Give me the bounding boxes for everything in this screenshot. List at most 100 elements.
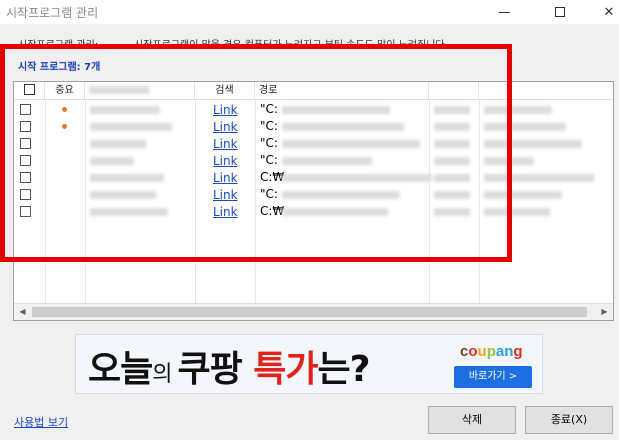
col6-blurred: [434, 106, 470, 114]
ad-headline-part2: 의: [152, 362, 178, 387]
program-name-blurred: [90, 174, 164, 182]
startup-count: 시작 프로그램: 7개: [18, 62, 101, 73]
important-dot-icon: [62, 107, 67, 112]
col7-blurred: [484, 140, 582, 148]
col7-blurred: [484, 106, 552, 114]
table-row[interactable]: Link "C:: [14, 101, 613, 118]
col6-blurred: [434, 157, 470, 165]
startup-list[interactable]: 중요 검색 경로 Link "C: Link "C: Link "C: Link "C: Lin…: [13, 81, 614, 321]
col6-blurred: [434, 191, 470, 199]
row-checkbox[interactable]: [20, 206, 31, 217]
col7-blurred: [484, 191, 562, 199]
header-path[interactable]: 경로: [255, 82, 429, 100]
ad-headline-part3: 쿠팡: [177, 349, 254, 390]
table-row[interactable]: Link C:₩: [14, 203, 613, 220]
search-link[interactable]: Link: [213, 120, 238, 134]
program-name-blurred: [90, 106, 160, 114]
path-text: C:₩: [260, 204, 285, 218]
usage-guide-link[interactable]: 사용법 보기: [14, 414, 68, 430]
scroll-thumb[interactable]: [32, 307, 587, 317]
col7-blurred: [484, 174, 594, 182]
header-name[interactable]: [85, 82, 195, 100]
row-checkbox[interactable]: [20, 138, 31, 149]
header-column-7[interactable]: [479, 82, 613, 100]
col6-blurred: [434, 123, 470, 131]
header-select-all[interactable]: [14, 82, 45, 100]
path-text: "C:: [260, 102, 278, 116]
col7-blurred: [484, 157, 534, 165]
search-link[interactable]: Link: [213, 154, 238, 168]
program-name-blurred: [90, 208, 168, 216]
search-link[interactable]: Link: [213, 188, 238, 202]
table-row[interactable]: Link "C:: [14, 118, 613, 135]
horizontal-scrollbar[interactable]: ◀ ▶: [14, 303, 613, 320]
row-checkbox[interactable]: [20, 189, 31, 200]
search-link[interactable]: Link: [213, 205, 238, 219]
path-text: "C:: [260, 119, 278, 133]
col6-blurred: [434, 208, 470, 216]
path-blurred: [282, 174, 432, 182]
path-blurred: [282, 208, 388, 216]
minimize-button[interactable]: [481, 0, 527, 24]
path-text: C:₩: [260, 170, 285, 184]
header-column-6[interactable]: [429, 82, 479, 100]
ad-headline-part5: 는?: [317, 349, 371, 390]
logo-letter: u: [477, 343, 487, 360]
ad-cta-button[interactable]: 바로가기 >: [454, 366, 532, 388]
close-window-button[interactable]: ✕: [586, 0, 619, 24]
table-row[interactable]: Link "C:: [14, 186, 613, 203]
search-link[interactable]: Link: [213, 137, 238, 151]
scroll-left-arrow-icon[interactable]: ◀: [14, 304, 31, 320]
program-name-blurred: [90, 123, 172, 131]
col7-blurred: [484, 208, 550, 216]
logo-letter: a: [495, 343, 505, 360]
program-name-blurred: [90, 140, 146, 148]
row-checkbox[interactable]: [20, 155, 31, 166]
table-row[interactable]: Link "C:: [14, 135, 613, 152]
row-checkbox[interactable]: [20, 121, 31, 132]
col6-blurred: [434, 140, 470, 148]
ad-headline: 오늘의 쿠팡 특가는?: [88, 340, 371, 392]
table-row[interactable]: Link C:₩: [14, 169, 613, 186]
path-blurred: [282, 106, 390, 114]
row-checkbox[interactable]: [20, 172, 31, 183]
logo-letter: g: [513, 343, 523, 360]
col6-blurred: [434, 174, 470, 182]
description-label: 시작프로그램 관리:: [18, 40, 99, 51]
header-search[interactable]: 검색: [195, 82, 255, 100]
path-blurred: [282, 140, 420, 148]
ad-headline-part4: 특가: [253, 349, 318, 390]
delete-button[interactable]: 삭제: [428, 406, 516, 434]
logo-letter: p: [486, 343, 496, 360]
path-text: "C:: [260, 153, 278, 167]
ad-banner[interactable]: 오늘의 쿠팡 특가는? coupang 바로가기 >: [75, 334, 543, 394]
maximize-button[interactable]: [537, 0, 583, 24]
row-checkbox[interactable]: [20, 104, 31, 115]
path-blurred: [282, 191, 400, 199]
path-text: "C:: [260, 136, 278, 150]
search-link[interactable]: Link: [213, 171, 238, 185]
path-blurred: [282, 123, 404, 131]
important-dot-icon: [62, 124, 67, 129]
path-text: "C:: [260, 187, 278, 201]
list-header: 중요 검색 경로: [14, 82, 613, 100]
select-all-checkbox[interactable]: [23, 83, 35, 95]
scroll-right-arrow-icon[interactable]: ▶: [596, 304, 613, 320]
program-name-blurred: [90, 157, 134, 165]
maximize-icon: [555, 7, 565, 17]
search-link[interactable]: Link: [213, 103, 238, 117]
minimize-icon: [498, 11, 510, 13]
logo-letter: o: [468, 343, 478, 360]
ad-headline-part1: 오늘: [88, 349, 153, 390]
logo-letter: n: [504, 343, 514, 360]
close-icon: ✕: [603, 4, 615, 20]
exit-button[interactable]: 종료(X): [525, 406, 613, 434]
program-name-blurred: [90, 191, 156, 199]
table-row[interactable]: Link "C:: [14, 152, 613, 169]
header-important[interactable]: 중요: [45, 82, 85, 100]
description-text: 시작프로그램이 많을 경우 컴퓨터가 느려지고 부팅 속도도 많이 느려집니다: [134, 40, 445, 51]
col7-blurred: [484, 123, 566, 131]
coupang-logo: coupang: [460, 343, 523, 360]
path-blurred: [282, 157, 372, 165]
title-bar: 시작프로그램 관리 ✕: [0, 0, 619, 24]
